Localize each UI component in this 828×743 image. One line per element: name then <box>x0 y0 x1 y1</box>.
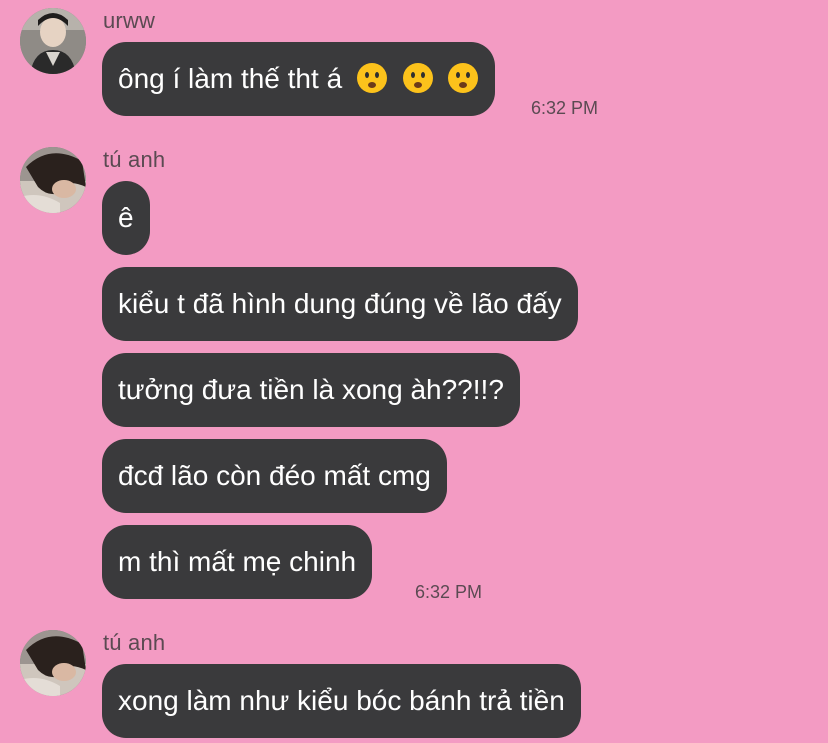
message-bubble[interactable]: m thì mất mẹ chinh <box>102 525 373 599</box>
message-bubble[interactable]: ê <box>102 181 150 255</box>
message-text: tưởng đưa tiền là xong àh??!!? <box>118 374 504 405</box>
message-text: đcđ lão còn đéo mất cmg <box>118 460 431 491</box>
sender-name: urww <box>103 8 156 33</box>
timestamp: 6:32 PM <box>531 98 599 118</box>
message-bubble[interactable]: đcđ lão còn đéo mất cmg <box>102 439 447 513</box>
message-text: ê <box>118 202 134 233</box>
sender-name: tú anh <box>103 147 166 172</box>
user-avatar[interactable] <box>20 8 86 74</box>
frowning-face-icon <box>402 62 434 94</box>
frowning-face-icon <box>447 62 479 94</box>
message-bubble[interactable]: xong làm như kiểu bóc bánh trả tiền <box>102 664 581 738</box>
message-text: ông í làm thế tht á <box>118 63 343 94</box>
person-photo-icon <box>20 630 86 696</box>
sender-name: tú anh <box>103 630 166 655</box>
message-bubble[interactable]: kiểu t đã hình dung đúng về lão đấy <box>102 267 578 341</box>
user-avatar[interactable] <box>20 630 86 696</box>
person-photo-icon <box>20 8 86 74</box>
timestamp: 6:32 PM <box>415 582 483 602</box>
person-photo-icon <box>20 147 86 213</box>
message-text: kiểu t đã hình dung đúng về lão đấy <box>118 288 562 319</box>
user-avatar[interactable] <box>20 147 86 213</box>
frowning-face-icon <box>356 62 388 94</box>
message-text: m thì mất mẹ chinh <box>118 546 357 577</box>
message-bubble[interactable]: ông í làm thế tht á <box>102 42 496 116</box>
message-bubble[interactable]: tưởng đưa tiền là xong àh??!!? <box>102 353 520 427</box>
message-text: xong làm như kiểu bóc bánh trả tiền <box>118 685 565 716</box>
